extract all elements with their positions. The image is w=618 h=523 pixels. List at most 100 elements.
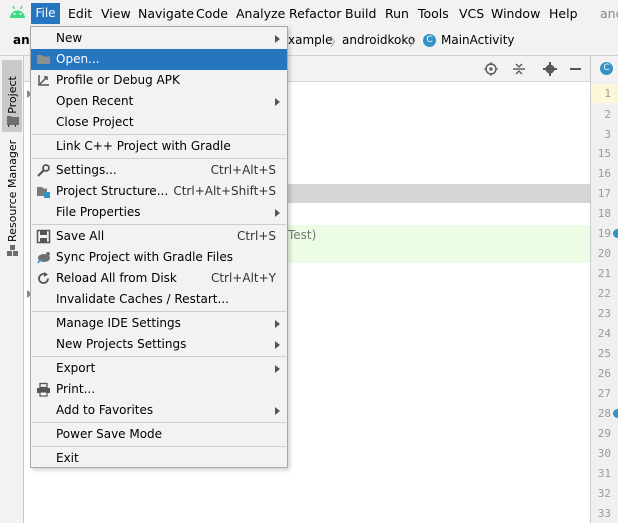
menu-code[interactable]: Code bbox=[196, 5, 228, 22]
class-icon: C bbox=[423, 34, 436, 47]
line-number: 30 bbox=[597, 447, 611, 460]
line-number: 2 bbox=[604, 108, 611, 121]
menu-item-file-properties[interactable]: File Properties bbox=[31, 202, 287, 223]
line-number: 24 bbox=[597, 327, 611, 340]
line-number: 16 bbox=[597, 167, 611, 180]
breadcrumb-separator-icon: 〉 bbox=[409, 35, 422, 49]
menu-item-power-save-mode[interactable]: Power Save Mode bbox=[31, 424, 287, 445]
menu-item-open[interactable]: Open... bbox=[31, 49, 287, 70]
window-title: and bbox=[600, 6, 618, 21]
menu-vcs[interactable]: VCS bbox=[459, 5, 484, 22]
menu-item-print[interactable]: Print... bbox=[31, 379, 287, 400]
line-number: 29 bbox=[597, 427, 611, 440]
menu-separator bbox=[32, 446, 286, 447]
submenu-arrow-icon bbox=[275, 407, 280, 415]
breadcrumb-separator-icon: 〉 bbox=[330, 35, 343, 49]
menu-separator bbox=[32, 422, 286, 423]
menu-separator bbox=[32, 158, 286, 159]
folder-icon bbox=[7, 116, 19, 125]
submenu-arrow-icon bbox=[275, 98, 280, 106]
menu-tools[interactable]: Tools bbox=[418, 5, 449, 22]
menu-refactor[interactable]: Refactor bbox=[289, 5, 341, 22]
submenu-arrow-icon bbox=[275, 365, 280, 373]
menu-navigate[interactable]: Navigate bbox=[138, 5, 194, 22]
line-number: 33 bbox=[597, 507, 611, 520]
menu-run[interactable]: Run bbox=[385, 5, 409, 22]
test-tree-row[interactable]: Test) bbox=[288, 225, 590, 263]
breadcrumb-class[interactable]: MainActivity bbox=[441, 33, 515, 47]
menu-item-settings[interactable]: Settings... Ctrl+Alt+S bbox=[31, 160, 287, 181]
menu-build[interactable]: Build bbox=[345, 5, 376, 22]
resource-manager-icon bbox=[7, 245, 18, 256]
line-number: 32 bbox=[597, 487, 611, 500]
line-number: 28 bbox=[597, 407, 611, 420]
line-number: 23 bbox=[597, 307, 611, 320]
menu-item-new[interactable]: New bbox=[31, 28, 287, 49]
menu-item-save-all[interactable]: Save All Ctrl+S bbox=[31, 226, 287, 247]
menu-item-add-to-favorites[interactable]: Add to Favorites bbox=[31, 400, 287, 421]
menu-file[interactable]: File bbox=[31, 3, 60, 24]
line-number: 31 bbox=[597, 467, 611, 480]
project-structure-icon bbox=[37, 187, 50, 198]
menu-separator bbox=[32, 134, 286, 135]
tree-row-text: Test) bbox=[288, 228, 317, 242]
print-icon bbox=[37, 382, 50, 397]
menu-item-export[interactable]: Export bbox=[31, 358, 287, 379]
locate-icon[interactable] bbox=[484, 62, 498, 76]
menu-bar: File Edit View Navigate Code Analyze Ref… bbox=[0, 0, 618, 26]
line-number: 15 bbox=[597, 147, 611, 160]
line-number: 3 bbox=[604, 128, 611, 141]
reload-icon bbox=[38, 272, 49, 284]
line-number: 26 bbox=[597, 367, 611, 380]
menu-analyze[interactable]: Analyze bbox=[236, 5, 285, 22]
submenu-arrow-icon bbox=[275, 320, 280, 328]
wrench-icon bbox=[37, 164, 50, 177]
line-number: 17 bbox=[597, 187, 611, 200]
line-number: 18 bbox=[597, 207, 611, 220]
breadcrumb-package-2[interactable]: androidkoko bbox=[342, 33, 415, 47]
save-icon bbox=[36, 229, 51, 244]
line-number: 22 bbox=[597, 287, 611, 300]
gear-icon[interactable] bbox=[543, 62, 557, 76]
resource-manager-tab[interactable]: Resource Manager bbox=[0, 140, 24, 246]
editor-tab-strip: C bbox=[590, 56, 618, 82]
menu-item-open-recent[interactable]: Open Recent bbox=[31, 91, 287, 112]
line-number: 27 bbox=[597, 387, 611, 400]
menu-item-invalidate-caches[interactable]: Invalidate Caches / Restart... bbox=[31, 289, 287, 310]
menu-item-profile-debug-apk[interactable]: Profile or Debug APK bbox=[31, 70, 287, 91]
folder-icon bbox=[37, 55, 50, 64]
gutter-marker-icon bbox=[613, 409, 618, 418]
menu-item-new-projects-settings[interactable]: New Projects Settings bbox=[31, 334, 287, 355]
menu-edit[interactable]: Edit bbox=[68, 5, 92, 22]
collapse-all-icon[interactable] bbox=[512, 62, 526, 76]
menu-item-sync-gradle[interactable]: Sync Project with Gradle Files bbox=[31, 247, 287, 268]
menu-separator bbox=[32, 224, 286, 225]
menu-help[interactable]: Help bbox=[549, 5, 578, 22]
menu-separator bbox=[32, 356, 286, 357]
menu-item-manage-ide-settings[interactable]: Manage IDE Settings bbox=[31, 313, 287, 334]
submenu-arrow-icon bbox=[275, 341, 280, 349]
selected-tree-row[interactable] bbox=[288, 184, 590, 203]
menu-item-project-structure[interactable]: Project Structure... Ctrl+Alt+Shift+S bbox=[31, 181, 287, 202]
android-logo-icon bbox=[10, 5, 25, 18]
line-number: 20 bbox=[597, 247, 611, 260]
menu-item-exit[interactable]: Exit bbox=[31, 448, 287, 469]
submenu-arrow-icon bbox=[275, 209, 280, 217]
gradle-sync-icon bbox=[37, 252, 50, 264]
menu-item-link-cpp[interactable]: Link C++ Project with Gradle bbox=[31, 136, 287, 157]
profile-apk-icon bbox=[38, 75, 49, 86]
resource-manager-label: Resource Manager bbox=[6, 139, 19, 242]
menu-view[interactable]: View bbox=[101, 5, 131, 22]
minimize-icon[interactable] bbox=[570, 68, 581, 70]
gutter-marker-icon bbox=[613, 229, 618, 238]
line-number: 19 bbox=[597, 227, 611, 240]
submenu-arrow-icon bbox=[275, 35, 280, 43]
editor-tab-class-icon[interactable]: C bbox=[600, 62, 613, 75]
line-number: 1 bbox=[604, 87, 611, 100]
menu-window[interactable]: Window bbox=[491, 5, 540, 22]
line-number: 25 bbox=[597, 347, 611, 360]
breadcrumb-package[interactable]: xample bbox=[288, 33, 332, 47]
line-number: 21 bbox=[597, 267, 611, 280]
menu-item-reload-disk[interactable]: Reload All from Disk Ctrl+Alt+Y bbox=[31, 268, 287, 289]
menu-item-close-project[interactable]: Close Project bbox=[31, 112, 287, 133]
